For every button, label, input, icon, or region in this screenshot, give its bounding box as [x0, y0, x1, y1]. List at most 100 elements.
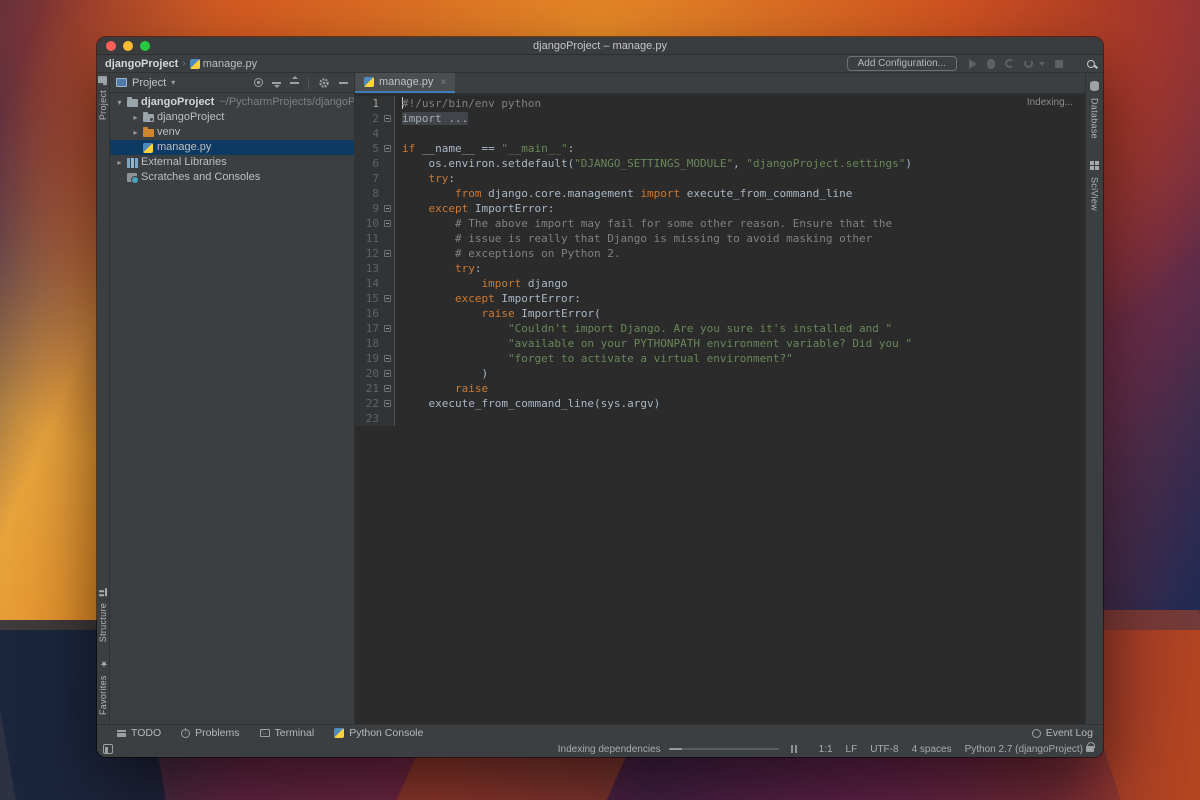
dropdown-arrow-icon[interactable] [1039, 61, 1045, 66]
code-line[interactable]: 20 ) [355, 366, 1085, 381]
fold-box-icon[interactable] [384, 295, 391, 302]
fold-marker-icon[interactable] [382, 381, 395, 396]
title-bar[interactable]: djangoProject – manage.py [97, 37, 1103, 55]
tool-button-database[interactable]: Database [1090, 81, 1100, 139]
tool-button-project[interactable]: Project [98, 76, 108, 120]
locate-icon[interactable] [254, 78, 263, 87]
code-token: # issue is really that Django is missing… [402, 232, 873, 245]
tree-item-scratches-and-consoles[interactable]: Scratches and Consoles [110, 170, 354, 185]
code-line[interactable]: 15 except ImportError: [355, 291, 1085, 306]
tool-button-favorites[interactable]: Favorites ★ [98, 658, 108, 715]
fold-box-icon[interactable] [384, 370, 391, 377]
pause-indexing-icon[interactable] [790, 745, 797, 753]
debug-icon[interactable] [987, 58, 995, 69]
code-editor[interactable]: Indexing... 1 #!/usr/bin/env python 2 impor… [355, 94, 1085, 724]
tool-button-terminal[interactable]: Terminal [259, 727, 314, 739]
fold-marker-icon[interactable] [382, 216, 395, 231]
collapse-all-icon[interactable] [290, 75, 299, 84]
event-log-button[interactable]: Event Log [1031, 727, 1093, 739]
status-item-lf[interactable]: LF [846, 744, 858, 755]
code-line[interactable]: 4 [355, 126, 1085, 141]
chevron-down-icon[interactable]: ▾ [114, 95, 125, 110]
tree-item-djangoproject[interactable]: ▸ djangoProject [110, 110, 354, 125]
code-line[interactable]: 13 try: [355, 261, 1085, 276]
stop-icon[interactable] [1055, 59, 1063, 68]
chevron-right-icon[interactable]: ▸ [130, 125, 141, 140]
code-line[interactable]: 5 if __name__ == "__main__": [355, 141, 1085, 156]
fold-box-icon[interactable] [384, 115, 391, 122]
fold-marker-icon[interactable] [382, 201, 395, 216]
fold-gutter [382, 411, 395, 426]
tree-item-venv[interactable]: ▸ venv [110, 125, 354, 140]
code-token: ) [402, 367, 489, 380]
fold-marker-icon[interactable] [382, 396, 395, 411]
tool-button-python-console[interactable]: Python Console [334, 727, 423, 739]
fold-marker-icon[interactable] [382, 291, 395, 306]
status-item-utf-8[interactable]: UTF-8 [870, 744, 898, 755]
chevron-right-icon[interactable]: ▸ [114, 155, 125, 170]
fold-box-icon[interactable] [384, 355, 391, 362]
code-line[interactable]: 22 execute_from_command_line(sys.argv) [355, 396, 1085, 411]
code-line[interactable]: 23 [355, 411, 1085, 426]
tool-button-sciview[interactable]: SciView [1090, 160, 1100, 211]
fold-marker-icon[interactable] [382, 321, 395, 336]
lock-icon[interactable] [1086, 742, 1095, 752]
code-line[interactable]: 9 except ImportError: [355, 201, 1085, 216]
code-line[interactable]: 16 raise ImportError( [355, 306, 1085, 321]
libs-icon [126, 157, 138, 168]
status-item-1-1[interactable]: 1:1 [819, 744, 833, 755]
breadcrumb-project[interactable]: djangoProject [105, 58, 178, 70]
fold-box-icon[interactable] [384, 250, 391, 257]
project-panel-header: Project ▾ [110, 73, 354, 93]
tree-item-external-libraries[interactable]: ▸ External Libraries [110, 155, 354, 170]
tab-manage-py[interactable]: manage.py × [355, 73, 456, 93]
tool-button-todo[interactable]: TODO [117, 727, 161, 739]
breadcrumb-file[interactable]: manage.py [203, 58, 257, 70]
close-tab-icon[interactable]: × [440, 77, 446, 88]
fold-box-icon[interactable] [384, 145, 391, 152]
code-line[interactable]: 14 import django [355, 276, 1085, 291]
play-icon[interactable] [969, 58, 977, 69]
code-line[interactable]: 12 # exceptions on Python 2. [355, 246, 1085, 261]
code-token: execute_from_command_line [680, 187, 853, 200]
project-panel-title[interactable]: Project [132, 77, 166, 89]
chevron-right-icon[interactable]: ▸ [130, 110, 141, 125]
fold-box-icon[interactable] [384, 220, 391, 227]
status-item-python-2-7-djangoproject[interactable]: Python 2.7 (djangoProject) [965, 744, 1083, 755]
tool-button-structure[interactable]: Structure [98, 587, 108, 642]
tree-item-manage-py[interactable]: manage.py [110, 140, 354, 155]
chevron-down-icon[interactable]: ▾ [171, 78, 175, 87]
fold-box-icon[interactable] [384, 400, 391, 407]
code-line[interactable]: 7 try: [355, 171, 1085, 186]
code-line[interactable]: 6 os.environ.setdefault("DJANGO_SETTINGS… [355, 156, 1085, 171]
fold-box-icon[interactable] [384, 385, 391, 392]
fold-marker-icon[interactable] [382, 141, 395, 156]
code-line[interactable]: 10 # The above import may fail for some … [355, 216, 1085, 231]
tool-button-problems[interactable]: Problems [181, 727, 240, 739]
code-line[interactable]: 19 "forget to activate a virtual environ… [355, 351, 1085, 366]
tree-item-djangoproject[interactable]: ▾ djangoProject ~/PycharmProjects/djangoPr… [110, 95, 354, 110]
fold-marker-icon[interactable] [382, 246, 395, 261]
code-area: 1 #!/usr/bin/env python 2 import ... 4 5 if __… [355, 94, 1085, 426]
search-icon[interactable] [1087, 59, 1095, 68]
code-line[interactable]: 8 from django.core.management import exe… [355, 186, 1085, 201]
code-line[interactable]: 18 "available on your PYTHONPATH environ… [355, 336, 1085, 351]
tool-window-toggle-icon[interactable] [103, 744, 113, 754]
coverage-icon[interactable] [1005, 59, 1014, 68]
fold-marker-icon[interactable] [382, 111, 395, 126]
status-item-4-spaces[interactable]: 4 spaces [912, 744, 952, 755]
code-line[interactable]: 11 # issue is really that Django is miss… [355, 231, 1085, 246]
fold-box-icon[interactable] [384, 205, 391, 212]
code-line[interactable]: 2 import ... [355, 111, 1085, 126]
fold-marker-icon[interactable] [382, 351, 395, 366]
add-configuration-button[interactable]: Add Configuration... [846, 56, 957, 71]
rerun-icon[interactable] [1024, 59, 1033, 68]
fold-marker-icon[interactable] [382, 366, 395, 381]
hide-panel-icon[interactable] [339, 81, 348, 84]
fold-box-icon[interactable] [384, 325, 391, 332]
code-line[interactable]: 21 raise [355, 381, 1085, 396]
code-line[interactable]: 17 "Couldn't import Django. Are you sure… [355, 321, 1085, 336]
expand-all-icon[interactable] [272, 81, 281, 88]
code-line[interactable]: 1 #!/usr/bin/env python [355, 96, 1085, 111]
gear-icon[interactable] [318, 77, 330, 89]
